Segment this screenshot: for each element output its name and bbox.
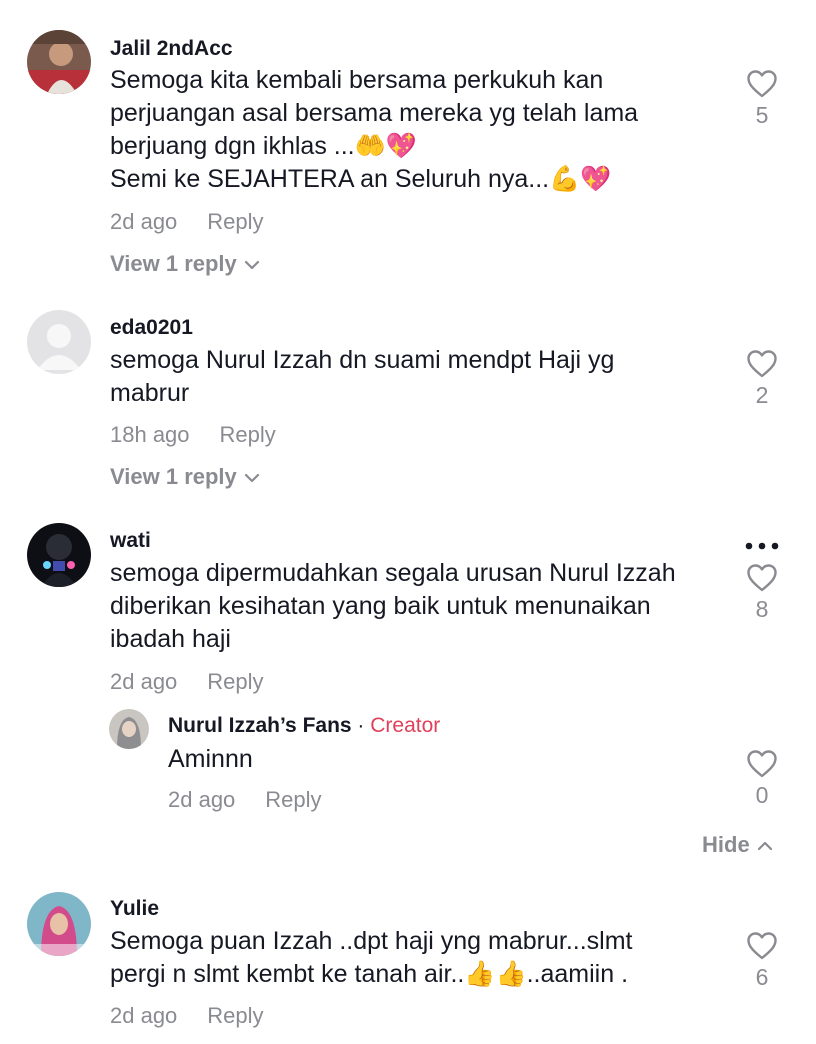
comment-text-line: semoga dipermudahkan segala urusan Nurul… <box>110 559 676 587</box>
like-button[interactable]: 8 <box>742 564 782 623</box>
view-replies-button[interactable]: View 1 reply <box>110 251 261 277</box>
hide-replies-button[interactable]: Hide <box>702 832 774 858</box>
reply-button[interactable]: Reply <box>207 1003 263 1028</box>
username[interactable]: Jalil 2ndAcc <box>110 37 233 61</box>
more-options-button[interactable] <box>744 527 780 558</box>
heart-outline-icon <box>747 932 777 960</box>
comment-meta: 2d ago Reply <box>110 669 264 695</box>
like-count: 0 <box>755 782 769 808</box>
like-button[interactable]: 6 <box>742 932 782 991</box>
reply-text: Aminnn <box>168 745 253 773</box>
reply-button[interactable]: Reply <box>207 209 263 234</box>
comment-meta: 2d ago Reply <box>110 1003 264 1029</box>
timestamp: 2d ago <box>168 787 236 812</box>
comment-text-line: Semi ke SEJAHTERA an Seluruh nya...💪💖 <box>110 165 612 193</box>
comment-text-line: semoga Nurul Izzah dn suami mendpt Haji … <box>110 346 615 374</box>
chevron-down-icon <box>244 474 259 483</box>
comment-text: Semoga puan Izzah ..dpt haji yng mabrur.… <box>110 925 633 991</box>
comment-text-line: ibadah haji <box>110 625 231 653</box>
timestamp: 2d ago <box>110 669 178 694</box>
reply-button[interactable]: Reply <box>220 422 276 447</box>
avatar[interactable] <box>109 709 149 749</box>
comment-text-line: mabrur <box>110 379 190 407</box>
username[interactable]: eda0201 <box>110 316 193 340</box>
reply-meta: 2d ago Reply <box>168 787 322 813</box>
comment-text-line: Semoga kita kembali bersama perkukuh kan <box>110 66 604 94</box>
separator: · <box>351 714 371 737</box>
hide-label: Hide <box>702 832 750 857</box>
heart-outline-icon <box>747 750 777 778</box>
reply-username[interactable]: Nurul Izzah’s Fans · Creator <box>168 714 440 738</box>
like-count: 5 <box>755 102 769 128</box>
username[interactable]: Yulie <box>110 897 159 921</box>
chevron-down-icon <box>244 261 259 270</box>
more-horizontal-icon <box>745 542 779 550</box>
avatar[interactable] <box>27 523 91 587</box>
timestamp: 2d ago <box>110 1003 178 1028</box>
creator-badge: Creator <box>370 714 441 737</box>
reply-button[interactable]: Reply <box>265 787 321 812</box>
reply-button[interactable]: Reply <box>207 669 263 694</box>
view-replies-label: View 1 reply <box>110 464 237 489</box>
like-count: 6 <box>755 964 769 990</box>
like-button[interactable]: 2 <box>742 350 782 409</box>
heart-outline-icon <box>747 70 777 98</box>
like-button[interactable]: 0 <box>742 750 782 809</box>
comment-text: semoga Nurul Izzah dn suami mendpt Haji … <box>110 344 614 410</box>
like-count: 2 <box>755 382 769 408</box>
avatar[interactable] <box>27 310 91 374</box>
timestamp: 2d ago <box>110 209 178 234</box>
timestamp: 18h ago <box>110 422 190 447</box>
comment-text-line: berjuang dgn ikhlas ...🤲💖 <box>110 132 417 160</box>
username[interactable]: wati <box>110 529 151 553</box>
view-replies-button[interactable]: View 1 reply <box>110 464 261 490</box>
like-count: 8 <box>755 596 769 622</box>
comment-text-line: pergi n slmt kembt ke tanah air..👍👍..aam… <box>110 960 629 988</box>
heart-outline-icon <box>747 350 777 378</box>
comment-meta: 18h ago Reply <box>110 422 276 448</box>
reply-username-label: Nurul Izzah’s Fans <box>168 714 352 737</box>
avatar[interactable] <box>27 892 91 956</box>
comment-text-line: Semoga puan Izzah ..dpt haji yng mabrur.… <box>110 927 633 955</box>
like-button[interactable]: 5 <box>742 70 782 129</box>
comment-meta: 2d ago Reply <box>110 209 264 235</box>
heart-outline-icon <box>747 564 777 592</box>
comment-text-line: perjuangan asal bersama mereka yg telah … <box>110 99 639 127</box>
view-replies-label: View 1 reply <box>110 251 237 276</box>
chevron-up-icon <box>757 842 772 851</box>
avatar[interactable] <box>27 30 91 94</box>
comment-text-line: diberikan kesihatan yang baik untuk menu… <box>110 592 651 620</box>
comment-text: Semoga kita kembali bersama perkukuh kan… <box>110 64 638 196</box>
comment-text: semoga dipermudahkan segala urusan Nurul… <box>110 557 676 656</box>
